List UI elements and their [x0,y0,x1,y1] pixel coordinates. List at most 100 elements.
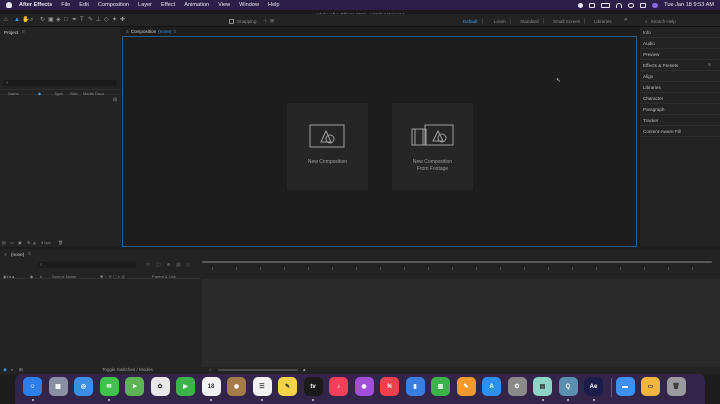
delete-icon[interactable]: 🗑 [58,240,63,245]
workspace-small-screen[interactable]: Small Screen [553,19,580,24]
zoom-out-icon[interactable]: ○ [209,367,212,372]
pen-tool-icon[interactable]: ✒ [72,17,78,23]
panel-tracker[interactable]: Tracker [643,118,658,123]
interpret-footage-icon[interactable]: ▤ [2,240,6,245]
hand-tool-icon[interactable]: ✋ [22,17,29,23]
menu-layer[interactable]: Layer [138,2,152,8]
bpc-label[interactable]: 8 bpc [41,240,51,245]
dock-trash-icon[interactable]: 🗑 [666,377,686,396]
panel-menu-icon[interactable]: ≡ [22,29,25,34]
dock-safari-icon[interactable]: ◎ [74,377,93,396]
apple-icon[interactable] [6,2,12,8]
menu-view[interactable]: View [218,2,230,8]
draft-3d-icon[interactable]: ◫ [156,262,161,268]
timeline-zoom-slider[interactable] [218,369,298,371]
eraser-tool-icon[interactable]: ◇ [104,17,110,23]
adjust-icon[interactable]: ◭ [33,240,36,245]
record-icon[interactable] [578,2,584,8]
dock-finder-icon[interactable]: ☺ [23,377,42,396]
dock-notes-icon[interactable]: ✎ [278,377,297,396]
column-size[interactable]: Size [70,91,78,96]
dock-facetime-icon[interactable]: ▶ [176,377,195,396]
search-help-field[interactable]: ⌕ Search Help [645,17,717,25]
menu-window[interactable]: Window [239,2,259,8]
dock-app-store-icon[interactable]: A [482,377,501,396]
panel-menu-icon[interactable]: ≡ [174,29,177,34]
dock-calendar-icon[interactable]: 18 [201,377,221,396]
timeline-track-area[interactable] [202,279,720,367]
panel-audio[interactable]: Audio [643,41,655,46]
dock-podcasts-icon[interactable]: ◉ [354,377,374,396]
menu-file[interactable]: File [61,2,70,8]
wifi-icon[interactable] [616,2,623,8]
dock-quicktime-icon[interactable]: Q [558,377,578,396]
dock-system-preferences-icon[interactable]: ⚙ [507,377,527,396]
control-center-icon[interactable] [640,2,647,8]
snap-options-icon[interactable]: ⊹ [263,18,267,24]
workspace-libraries[interactable]: Libraries [594,19,612,24]
dock-messages-icon[interactable]: ✉ [99,377,119,396]
zoom-in-icon[interactable]: ▲ [302,367,307,372]
dock-pages-icon[interactable]: ✎ [456,377,476,396]
panel-menu-icon[interactable]: ≡ [28,251,31,256]
render-time-icon[interactable]: ◉ [3,367,7,373]
label-column-icon[interactable]: ◆ [38,91,41,96]
composition-viewer[interactable]: New Composition New Composition From Foo… [122,36,637,254]
snapping-toggle[interactable]: Snapping ⊹ ⊠ [229,18,274,24]
column-parent-link[interactable]: Parent & Link [152,274,176,279]
battery-icon[interactable] [601,2,611,8]
switches-icons[interactable]: ✱ ♁ ✕ ⬚ ◐ ◎ [100,274,125,279]
panel-menu-icon[interactable]: ≡ [708,62,711,68]
expand-icon[interactable]: ◐ [11,367,14,372]
menu-effect[interactable]: Effect [161,2,175,8]
timeline-close-icon[interactable]: × [4,252,7,257]
snapping-checkbox[interactable] [229,18,234,24]
timeline-search-input[interactable]: ⌕ [38,262,136,268]
display-icon[interactable] [589,2,596,8]
snap-grid-icon[interactable]: ⊠ [270,18,274,24]
new-composition-card[interactable]: New Composition [287,103,368,190]
rotate-tool-icon[interactable]: ↻ [40,17,46,23]
menu-edit[interactable]: Edit [79,2,89,8]
clone-stamp-tool-icon[interactable]: ⊥ [96,17,102,23]
project-search-input[interactable]: ⌕ [3,80,117,86]
menubar-clock[interactable]: Tue Jan 18 9:53 AM [664,2,714,8]
column-name[interactable]: Name [8,91,19,96]
rectangle-tool-icon[interactable]: □ [64,17,70,23]
project-settings-icon[interactable]: ⚙ [27,240,31,245]
zoom-tool-icon[interactable]: ⌕ [30,17,36,23]
panel-info[interactable]: Info [643,30,651,35]
menu-composition[interactable]: Composition [98,2,129,8]
dock-downloads-icon[interactable]: ▭ [641,377,660,396]
project-panel-title[interactable]: Project [4,30,18,35]
new-folder-icon[interactable]: ▭ [10,240,14,245]
shy-icon[interactable]: ☻ [166,262,171,268]
dock-music-icon[interactable]: ♪ [329,377,348,396]
tab-close-icon[interactable]: ≡ [126,29,129,34]
panel-paragraph[interactable]: Paragraph [643,107,664,112]
composition-tab[interactable]: ≡ Composition (none) ≡ [126,29,176,34]
dock-reminders-icon[interactable]: ☰ [252,377,272,396]
dock-maps-icon[interactable]: ➤ [125,377,144,396]
dock-contacts-icon[interactable]: ◉ [227,377,246,396]
siri-icon[interactable] [652,2,659,8]
menu-animation[interactable]: Animation [184,2,209,8]
toggle-switches-modes-button[interactable]: Toggle Switches / Modes [102,367,153,372]
column-source-name[interactable]: Source Name [52,274,76,279]
panel-libraries[interactable]: Libraries [643,85,661,90]
dock-folder-icon[interactable]: ▬ [615,377,635,396]
frame-render-icon[interactable]: ⊞ [19,367,23,373]
workspace-overflow-icon[interactable]: » [624,17,627,23]
dock-preview-icon[interactable]: ▤ [533,377,552,396]
panel-effects-presets[interactable]: Effects & Presets [643,63,678,68]
dock-tv-icon[interactable]: tv [303,377,323,396]
workspace-learn[interactable]: Learn [494,19,506,24]
dock-after-effects-icon[interactable]: Ae [584,377,603,396]
motion-blur-icon[interactable]: ◎ [186,262,190,268]
workspace-standard[interactable]: Standard [520,19,539,24]
pan-behind-tool-icon[interactable]: ◈ [56,17,62,23]
column-media-duration[interactable]: Media Dura [83,91,104,96]
panel-align[interactable]: Align [643,74,653,79]
frame-blending-icon[interactable]: ▦ [176,262,181,268]
puppet-tool-icon[interactable]: ✚ [120,17,126,23]
